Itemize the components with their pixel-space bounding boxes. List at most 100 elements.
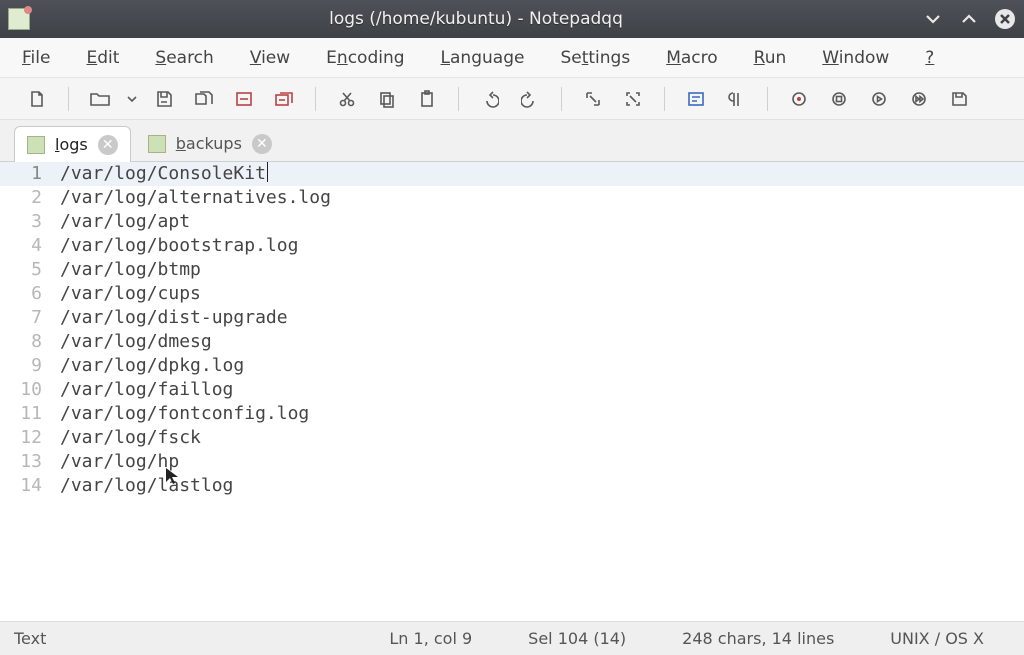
text-caret — [267, 162, 268, 182]
zoom-out-button[interactable] — [614, 82, 652, 116]
editor-line[interactable]: 1/var/log/ConsoleKit — [0, 162, 1024, 186]
close-all-button[interactable] — [265, 82, 303, 116]
menu-search[interactable]: Search — [155, 48, 213, 68]
line-number: 2 — [0, 186, 60, 210]
macro-save-button[interactable] — [940, 82, 978, 116]
status-language[interactable]: Text — [12, 629, 74, 648]
menu-run[interactable]: Run — [754, 48, 787, 68]
line-content[interactable]: /var/log/ConsoleKit — [60, 162, 268, 186]
tab-backups[interactable]: backups ✕ — [135, 125, 285, 161]
line-number: 8 — [0, 330, 60, 354]
editor-line[interactable]: 5/var/log/btmp — [0, 258, 1024, 282]
line-content[interactable]: /var/log/fontconfig.log — [60, 402, 309, 426]
status-bar: Text Ln 1, col 9 Sel 104 (14) 248 chars,… — [0, 621, 1024, 655]
word-wrap-button[interactable] — [677, 82, 715, 116]
maximize-button[interactable] — [958, 8, 980, 30]
show-symbols-button[interactable] — [717, 82, 755, 116]
menu-bar: File Edit Search View Encoding Language … — [0, 38, 1024, 78]
line-content[interactable]: /var/log/cups — [60, 282, 201, 306]
line-number: 7 — [0, 306, 60, 330]
line-content[interactable]: /var/log/alternatives.log — [60, 186, 331, 210]
line-number: 12 — [0, 426, 60, 450]
window-controls — [922, 8, 1016, 30]
menu-encoding[interactable]: Encoding — [326, 48, 404, 68]
line-number: 10 — [0, 378, 60, 402]
menu-file[interactable]: File — [22, 48, 50, 68]
paste-button[interactable] — [408, 82, 446, 116]
editor-line[interactable]: 7/var/log/dist-upgrade — [0, 306, 1024, 330]
minimize-button[interactable] — [922, 8, 944, 30]
close-tab-button[interactable] — [225, 82, 263, 116]
editor-line[interactable]: 11/var/log/fontconfig.log — [0, 402, 1024, 426]
status-selection: Sel 104 (14) — [500, 629, 654, 648]
open-folder-button[interactable] — [81, 82, 119, 116]
line-number: 1 — [0, 162, 60, 186]
macro-stop-button[interactable] — [820, 82, 858, 116]
tab-label: backups — [176, 134, 242, 153]
copy-button[interactable] — [368, 82, 406, 116]
line-content[interactable]: /var/log/faillog — [60, 378, 233, 402]
status-stats: 248 chars, 14 lines — [654, 629, 862, 648]
save-all-button[interactable] — [185, 82, 223, 116]
save-button[interactable] — [145, 82, 183, 116]
tab-bar: logs ✕ backups ✕ — [0, 120, 1024, 162]
editor-line[interactable]: 6/var/log/cups — [0, 282, 1024, 306]
redo-button[interactable] — [511, 82, 549, 116]
line-content[interactable]: /var/log/dpkg.log — [60, 354, 244, 378]
editor-line[interactable]: 13/var/log/hp — [0, 450, 1024, 474]
line-number: 14 — [0, 474, 60, 498]
cut-button[interactable] — [328, 82, 366, 116]
menu-macro[interactable]: Macro — [666, 48, 717, 68]
close-button[interactable] — [994, 8, 1016, 30]
line-content[interactable]: /var/log/hp — [60, 450, 179, 474]
undo-button[interactable] — [471, 82, 509, 116]
document-icon — [148, 135, 166, 153]
tab-label: logs — [55, 135, 88, 154]
line-content[interactable]: /var/log/fsck — [60, 426, 201, 450]
tab-close-button[interactable]: ✕ — [252, 134, 272, 154]
editor-line[interactable]: 4/var/log/bootstrap.log — [0, 234, 1024, 258]
recent-dropdown-button[interactable] — [121, 82, 143, 116]
menu-language[interactable]: Language — [441, 48, 525, 68]
menu-view[interactable]: View — [250, 48, 290, 68]
app-icon — [8, 8, 30, 30]
line-number: 11 — [0, 402, 60, 426]
menu-settings[interactable]: Settings — [560, 48, 630, 68]
editor-line[interactable]: 12/var/log/fsck — [0, 426, 1024, 450]
document-icon — [27, 136, 45, 154]
status-position: Ln 1, col 9 — [361, 629, 500, 648]
line-number: 4 — [0, 234, 60, 258]
menu-window[interactable]: Window — [822, 48, 889, 68]
line-content[interactable]: /var/log/apt — [60, 210, 190, 234]
new-file-button[interactable] — [18, 82, 56, 116]
line-content[interactable]: /var/log/lastlog — [60, 474, 233, 498]
menu-help[interactable]: ? — [925, 48, 934, 68]
status-eol[interactable]: UNIX / OS X — [862, 629, 1012, 648]
line-content[interactable]: /var/log/btmp — [60, 258, 201, 282]
line-number: 5 — [0, 258, 60, 282]
editor-area[interactable]: 1/var/log/ConsoleKit2/var/log/alternativ… — [0, 162, 1024, 621]
line-number: 9 — [0, 354, 60, 378]
editor-line[interactable]: 10/var/log/faillog — [0, 378, 1024, 402]
line-number: 6 — [0, 282, 60, 306]
editor-line[interactable]: 9/var/log/dpkg.log — [0, 354, 1024, 378]
zoom-in-button[interactable] — [574, 82, 612, 116]
line-number: 13 — [0, 450, 60, 474]
window-title: logs (/home/kubuntu) - Notepadqq — [42, 9, 910, 29]
line-content[interactable]: /var/log/dmesg — [60, 330, 212, 354]
tab-close-button[interactable]: ✕ — [98, 135, 118, 155]
macro-record-button[interactable] — [780, 82, 818, 116]
editor-line[interactable]: 3/var/log/apt — [0, 210, 1024, 234]
editor-line[interactable]: 2/var/log/alternatives.log — [0, 186, 1024, 210]
tab-logs[interactable]: logs ✕ — [14, 126, 131, 162]
line-number: 3 — [0, 210, 60, 234]
menu-edit[interactable]: Edit — [86, 48, 119, 68]
macro-play-repeat-button[interactable] — [900, 82, 938, 116]
line-content[interactable]: /var/log/dist-upgrade — [60, 306, 288, 330]
editor-line[interactable]: 8/var/log/dmesg — [0, 330, 1024, 354]
title-bar: logs (/home/kubuntu) - Notepadqq — [0, 0, 1024, 38]
macro-play-button[interactable] — [860, 82, 898, 116]
line-content[interactable]: /var/log/bootstrap.log — [60, 234, 298, 258]
editor-line[interactable]: 14/var/log/lastlog — [0, 474, 1024, 498]
toolbar — [0, 78, 1024, 120]
